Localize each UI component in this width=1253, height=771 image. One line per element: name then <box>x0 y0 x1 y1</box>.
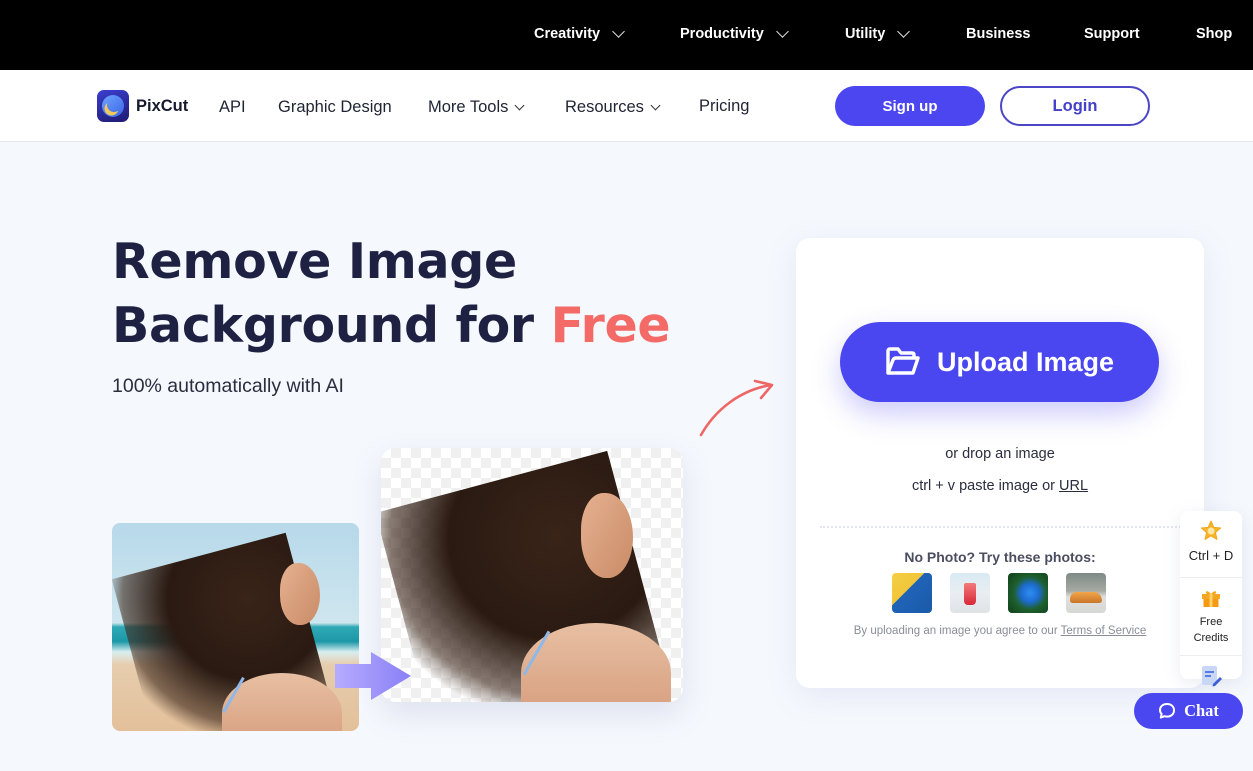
topbar-utility-label: Utility <box>845 26 886 42</box>
nav-resources[interactable]: Resources <box>565 98 661 117</box>
nav-graphic-design[interactable]: Graphic Design <box>278 98 392 117</box>
curved-arrow-icon <box>699 379 774 437</box>
free-credits[interactable]: Free Credits <box>1180 587 1242 646</box>
hero-title-prefix: Background for <box>112 297 551 354</box>
free-credits-line1: Free <box>1199 616 1223 628</box>
terms-notice: By uploading an image you agree to our T… <box>796 625 1204 637</box>
sample-photo-drink[interactable] <box>950 573 990 613</box>
upload-image-label: Upload Image <box>936 346 1115 377</box>
nav-resources-label: Resources <box>565 98 644 116</box>
woman-figure <box>112 523 359 731</box>
star-icon <box>1200 520 1222 540</box>
chat-bubble-icon <box>1159 703 1176 719</box>
chevron-down-icon <box>897 25 911 38</box>
arrow-right-icon <box>335 652 411 700</box>
hero-title-line1: Remove Image <box>112 233 517 290</box>
nav-api[interactable]: API <box>219 98 246 117</box>
topbar-shop[interactable]: Shop <box>1196 26 1232 42</box>
edit-note-icon <box>1202 666 1222 687</box>
nav-more-tools[interactable]: More Tools <box>428 98 525 117</box>
url-link[interactable]: URL <box>1059 478 1088 494</box>
bookmark-label: Ctrl + D <box>1188 548 1234 563</box>
paste-hint-text: ctrl + v paste image or <box>911 478 1060 494</box>
nav-pricing-label: Pricing <box>699 97 750 115</box>
chevron-down-icon <box>514 100 525 111</box>
brand-logo[interactable]: PixCut <box>97 90 188 122</box>
topbar-support-label: Support <box>1084 26 1140 42</box>
topbar-business-label: Business <box>966 26 1031 42</box>
login-button[interactable]: Login <box>1000 86 1150 126</box>
woman-cutout-figure <box>381 448 683 702</box>
nav-pricing[interactable]: Pricing <box>699 97 749 116</box>
drop-hint: or drop an image <box>945 446 1055 462</box>
chat-label: Chat <box>1184 701 1219 720</box>
side-divider <box>1180 577 1242 578</box>
terms-of-service-link[interactable]: Terms of Service <box>1061 625 1147 637</box>
terms-prefix: By uploading an image you agree to our <box>853 625 1061 637</box>
hero-title-accent: Free <box>550 297 671 354</box>
topbar-creativity-label: Creativity <box>534 26 601 42</box>
chat-button[interactable]: Chat <box>1134 693 1243 729</box>
sample-photos <box>892 573 1106 613</box>
chevron-down-icon <box>775 25 789 38</box>
chevron-down-icon <box>650 100 661 111</box>
folder-open-icon <box>886 347 920 375</box>
nav-graphic-design-label: Graphic Design <box>278 98 392 116</box>
sample-photo-car[interactable] <box>1066 573 1106 613</box>
top-bar: Creativity Productivity Utility Business… <box>0 0 1253 70</box>
topbar-shop-label: Shop <box>1196 26 1233 42</box>
topbar-creativity[interactable]: Creativity <box>534 25 625 42</box>
nav-api-label: API <box>219 98 246 116</box>
topbar-utility[interactable]: Utility <box>845 25 911 42</box>
topbar-productivity-label: Productivity <box>680 26 764 42</box>
main-nav: PixCut API Graphic Design More Tools Res… <box>0 70 1253 142</box>
hero-title-line2: Background for Free <box>112 294 671 358</box>
nav-more-tools-label: More Tools <box>428 98 509 116</box>
floating-side-panel: Ctrl + D Free Credits <box>1180 511 1242 687</box>
sample-photos-title: No Photo? Try these photos: <box>904 549 1096 565</box>
upload-image-button[interactable]: Upload Image <box>840 322 1159 402</box>
upload-card[interactable]: Upload Image or drop an image ctrl + v p… <box>796 238 1204 688</box>
divider <box>820 526 1204 528</box>
hero-title: Remove Image Background for Free <box>112 230 671 358</box>
free-credits-line2: Credits <box>1193 632 1229 644</box>
bookmark-shortcut[interactable]: Ctrl + D <box>1180 519 1242 563</box>
chevron-down-icon <box>612 25 625 38</box>
topbar-business[interactable]: Business <box>966 26 1030 42</box>
pixcut-logo-icon <box>97 90 129 122</box>
cutout-photo <box>381 448 683 702</box>
topbar-productivity[interactable]: Productivity <box>680 25 789 42</box>
side-divider <box>1180 655 1242 656</box>
gift-icon <box>1202 591 1220 607</box>
sample-photo-man[interactable] <box>892 573 932 613</box>
brand-name: PixCut <box>136 96 189 115</box>
sample-photo-parrot[interactable] <box>1008 573 1048 613</box>
signup-button[interactable]: Sign up <box>835 86 985 126</box>
feedback-button[interactable] <box>1180 665 1242 692</box>
original-photo <box>112 523 359 731</box>
paste-hint: ctrl + v paste image or URL <box>796 478 1204 494</box>
hero-subtitle: 100% automatically with AI <box>112 375 344 397</box>
topbar-support[interactable]: Support <box>1084 26 1140 42</box>
